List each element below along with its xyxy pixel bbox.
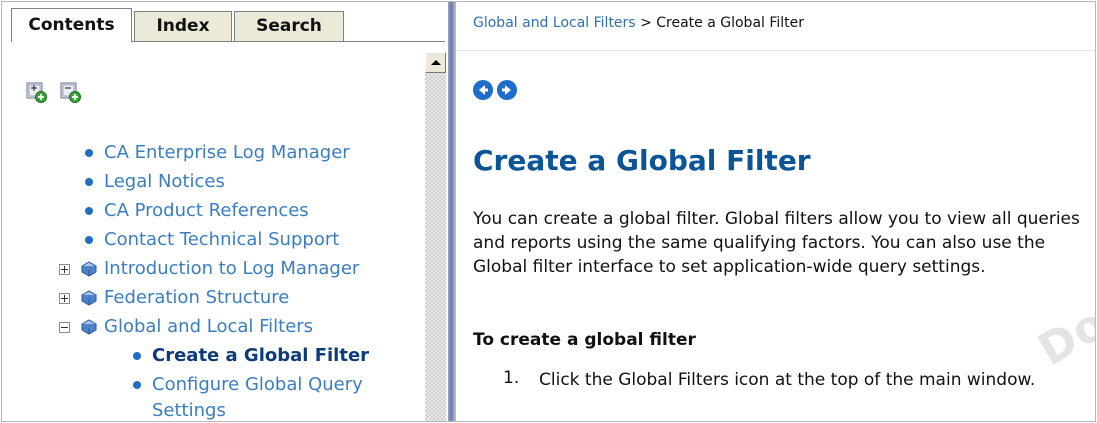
procedure-heading: To create a global filter — [473, 330, 696, 350]
step-text: Click the Global Filters icon at the top… — [539, 370, 1036, 390]
book-icon — [80, 261, 98, 277]
breadcrumb: Global and Local Filters > Create a Glob… — [473, 15, 804, 31]
step-number: 1. — [503, 368, 520, 388]
tree-item-ca-product-references[interactable]: CA Product References — [104, 200, 309, 222]
tree-scrollbar[interactable] — [425, 52, 446, 421]
header-divider — [456, 50, 1095, 51]
book-icon — [80, 319, 98, 335]
contents-tree: CA Enterprise Log Manager Legal Notices … — [2, 62, 425, 421]
help-window: Contents Index Search CA Enterprise Log … — [1, 1, 1096, 422]
expand-plus-icon[interactable] — [59, 293, 70, 304]
tree-item-ca-enterprise-log-manager[interactable]: CA Enterprise Log Manager — [104, 142, 350, 164]
scroll-up-button[interactable] — [425, 52, 446, 73]
content-pane: Global and Local Filters > Create a Glob… — [456, 2, 1095, 421]
tab-index[interactable]: Index — [134, 11, 232, 41]
page-title: Create a Global Filter — [473, 144, 811, 177]
back-arrow-icon[interactable] — [473, 80, 493, 100]
navigation-pane: Contents Index Search CA Enterprise Log … — [2, 2, 448, 421]
breadcrumb-link[interactable]: Global and Local Filters — [473, 15, 636, 31]
book-icon — [80, 290, 98, 306]
watermark: Docu — [1030, 267, 1095, 377]
topic-bullet-icon — [85, 207, 93, 215]
topic-bullet-icon — [133, 352, 141, 360]
tree-item-contact-technical-support[interactable]: Contact Technical Support — [104, 229, 339, 251]
breadcrumb-separator: > — [640, 15, 652, 31]
tab-contents[interactable]: Contents — [11, 8, 132, 42]
intro-paragraph: You can create a global filter. Global f… — [473, 209, 1080, 277]
topic-bullet-icon — [85, 236, 93, 244]
breadcrumb-current: Create a Global Filter — [656, 15, 805, 31]
tree-item-legal-notices[interactable]: Legal Notices — [104, 171, 225, 193]
tree-item-configure-global-query-settings-continued[interactable]: Settings — [152, 400, 226, 421]
topic-bullet-icon — [133, 381, 141, 389]
tree-item-configure-global-query-settings[interactable]: Configure Global Query — [152, 374, 363, 396]
tree-item-global-and-local-filters[interactable]: Global and Local Filters — [104, 316, 313, 338]
topic-bullet-icon — [85, 149, 93, 157]
tree-item-introduction-to-log-manager[interactable]: Introduction to Log Manager — [104, 258, 359, 280]
forward-arrow-icon[interactable] — [497, 80, 517, 100]
pane-splitter[interactable] — [448, 2, 456, 421]
tab-search[interactable]: Search — [234, 11, 344, 41]
up-arrow-icon — [431, 60, 441, 65]
topic-bullet-icon — [85, 178, 93, 186]
collapse-minus-icon[interactable] — [59, 322, 70, 333]
tree-item-create-a-global-filter[interactable]: Create a Global Filter — [152, 345, 369, 367]
expand-plus-icon[interactable] — [59, 264, 70, 275]
tree-item-federation-structure[interactable]: Federation Structure — [104, 287, 289, 309]
